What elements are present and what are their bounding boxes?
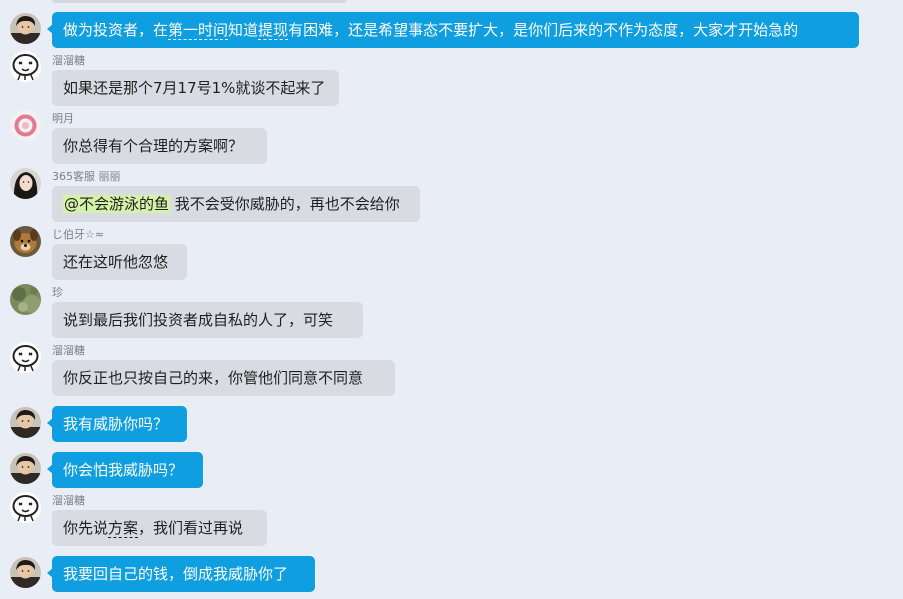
message-text: 你先说: [63, 519, 109, 537]
avatar-photo-dark-hair[interactable]: [10, 557, 41, 588]
sender-name[interactable]: 365客服 丽丽: [52, 170, 121, 183]
message-text: 知道: [228, 21, 259, 39]
sender-name[interactable]: じ伯牙☆≈: [52, 228, 104, 241]
sent-message-bubble[interactable]: 我有威胁你吗？: [47, 406, 187, 442]
message-text: ，我们看过再说: [138, 519, 244, 537]
message-text: 我不会受你威胁的，再也不会给你: [170, 195, 400, 213]
avatar-photo-green[interactable]: [10, 284, 41, 315]
received-message-bubble[interactable]: 如果还是那个7月17号1%就谈不起来了: [52, 70, 339, 106]
avatar-cartoon-face[interactable]: [10, 342, 41, 373]
sender-name[interactable]: 溜溜糖: [52, 344, 85, 357]
sender-name[interactable]: 珍: [52, 286, 63, 299]
sender-name[interactable]: 明月: [52, 112, 74, 125]
message-text: 我有威胁你吗？: [63, 415, 169, 433]
received-message-bubble[interactable]: 还在这听他忽悠: [52, 244, 187, 280]
sender-name[interactable]: 溜溜糖: [52, 54, 85, 67]
avatar-pink-flower[interactable]: [10, 110, 41, 141]
message-text: 有困难，还是希望事态不要扩大，是你们后来的不作为态度，大家才开始急的: [288, 21, 799, 39]
avatar-photo-dog[interactable]: [10, 226, 41, 257]
avatar-photo-dark-hair[interactable]: [10, 407, 41, 438]
sent-message-bubble[interactable]: 做为投资者，在第一时间知道提现有困难，还是希望事态不要扩大，是你们后来的不作为态…: [47, 12, 859, 48]
avatar-photo-dark-hair[interactable]: [10, 453, 41, 484]
mention-link[interactable]: @不会游泳的鱼: [63, 195, 171, 213]
avatar-cartoon-face[interactable]: [10, 51, 41, 82]
message-text: 你会怕我威胁吗？: [63, 461, 184, 479]
sender-name[interactable]: 溜溜糖: [52, 494, 85, 507]
sent-message-bubble[interactable]: 你会怕我威胁吗？: [47, 452, 203, 488]
keyword-link[interactable]: 第一时间: [168, 21, 229, 40]
message-text: 如果还是那个7月17号1%就谈不起来了: [63, 79, 326, 97]
avatar-photo-dark-hair[interactable]: [10, 13, 41, 44]
previous-message-edge: [52, 0, 347, 3]
message-text: 说到最后我们投资者成自私的人了，可笑: [63, 311, 334, 329]
message-text: 我要回自己的钱，倒成我威胁你了: [63, 565, 289, 583]
message-text: 做为投资者，在: [63, 21, 169, 39]
received-message-bubble[interactable]: 说到最后我们投资者成自私的人了，可笑: [52, 302, 363, 338]
received-message-bubble[interactable]: 你总得有个合理的方案啊？: [52, 128, 267, 164]
keyword-link[interactable]: 方案: [108, 519, 139, 538]
avatar-photo-woman[interactable]: [10, 168, 41, 199]
received-message-bubble[interactable]: 你先说方案，我们看过再说: [52, 510, 267, 546]
message-text: 你总得有个合理的方案啊？: [63, 137, 244, 155]
avatar-cartoon-face[interactable]: [10, 492, 41, 523]
sent-message-bubble[interactable]: 我要回自己的钱，倒成我威胁你了: [47, 556, 315, 592]
message-text: 还在这听他忽悠: [63, 253, 169, 271]
received-message-bubble[interactable]: @不会游泳的鱼 我不会受你威胁的，再也不会给你: [52, 186, 420, 222]
keyword-link[interactable]: 提现: [258, 21, 289, 40]
message-text: 你反正也只按自己的来，你管他们同意不同意: [63, 369, 364, 387]
received-message-bubble[interactable]: 你反正也只按自己的来，你管他们同意不同意: [52, 360, 395, 396]
